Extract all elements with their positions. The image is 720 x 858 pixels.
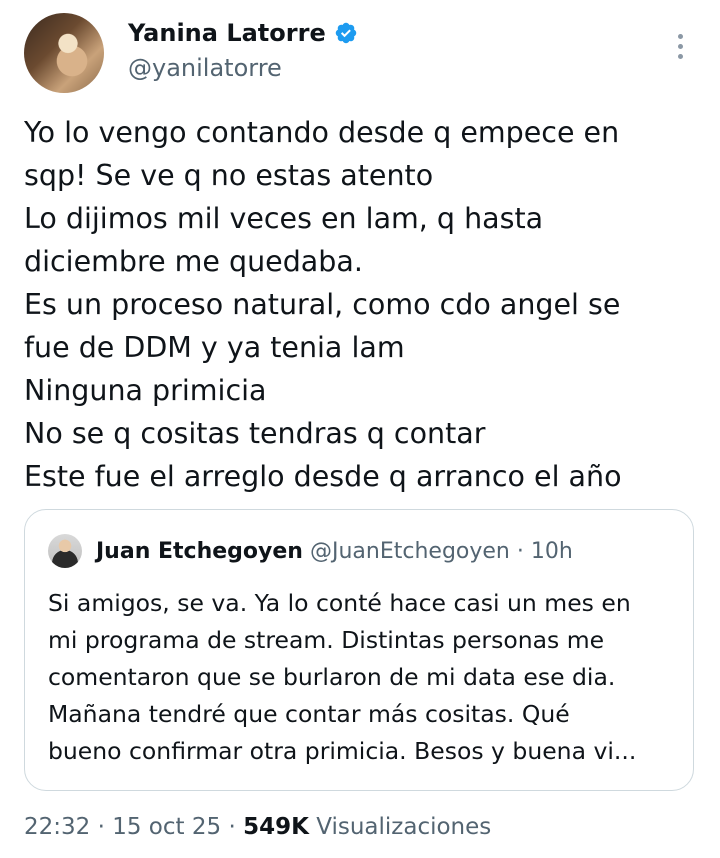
quoted-author-name[interactable]: Juan Etchegoyen <box>96 539 303 564</box>
tweet-line: diciembre me quedaba. <box>24 245 363 278</box>
tweet-meta: 22:32 · 15 oct 25 · 549K Visualizaciones <box>24 812 491 842</box>
views-count[interactable]: 549K <box>243 814 309 840</box>
author-name[interactable]: Yanina Latorre <box>128 18 326 48</box>
author-avatar[interactable] <box>24 13 104 93</box>
tweet-time[interactable]: 22:32 <box>24 814 90 840</box>
more-dot <box>677 43 683 49</box>
quoted-line: Mañana tendré que contar más cositas. Qu… <box>48 700 570 728</box>
tweet-line: Lo dijimos mil veces en lam, q hasta <box>24 202 544 235</box>
quoted-tweet-card[interactable]: Juan Etchegoyen @JuanEtchegoyen · 10h Si… <box>24 509 694 791</box>
tweet-header: Yanina Latorre @yanilatorre <box>0 0 720 110</box>
tweet-line: Yo lo vengo contando desde q empece en <box>24 116 620 149</box>
tweet-text: Yo lo vengo contando desde q empece en s… <box>24 111 694 498</box>
author-name-row[interactable]: Yanina Latorre <box>128 18 358 48</box>
quoted-line: bueno confirmar otra primicia. Besos y b… <box>48 737 637 765</box>
quoted-author-avatar[interactable] <box>48 534 82 568</box>
verified-badge-icon <box>335 22 356 44</box>
author-handle[interactable]: @yanilatorre <box>128 53 282 83</box>
quoted-time[interactable]: 10h <box>531 539 573 564</box>
quoted-text: Si amigos, se va. Ya lo conté hace casi … <box>48 585 678 770</box>
quoted-separator: · <box>516 539 524 564</box>
quoted-line: comentaron que se burlaron de mi data es… <box>48 663 616 691</box>
tweet-line: No se q cositas tendras q contar <box>24 417 486 450</box>
quoted-author-handle[interactable]: @JuanEtchegoyen <box>310 539 510 564</box>
quoted-line: Si amigos, se va. Ya lo conté hace casi … <box>48 589 631 617</box>
meta-separator: · <box>228 814 236 840</box>
tweet-line: Es un proceso natural, como cdo angel se <box>24 288 621 321</box>
tweet-line: Ninguna primicia <box>24 374 267 407</box>
more-options-icon[interactable] <box>668 28 692 64</box>
quoted-line: mi programa de stream. Distintas persona… <box>48 626 605 654</box>
more-dot <box>677 53 683 59</box>
tweet-line: Este fue el arreglo desde q arranco el a… <box>24 460 622 493</box>
views-label[interactable]: Visualizaciones <box>316 814 491 840</box>
meta-separator: · <box>97 814 105 840</box>
more-dot <box>677 33 683 39</box>
tweet-line: sqp! Se ve q no estas atento <box>24 159 434 192</box>
tweet-line: fue de DDM y ya tenia lam <box>24 331 405 364</box>
tweet-date[interactable]: 15 oct 25 <box>112 814 221 840</box>
quoted-header: Juan Etchegoyen @JuanEtchegoyen · 10h <box>96 538 573 566</box>
